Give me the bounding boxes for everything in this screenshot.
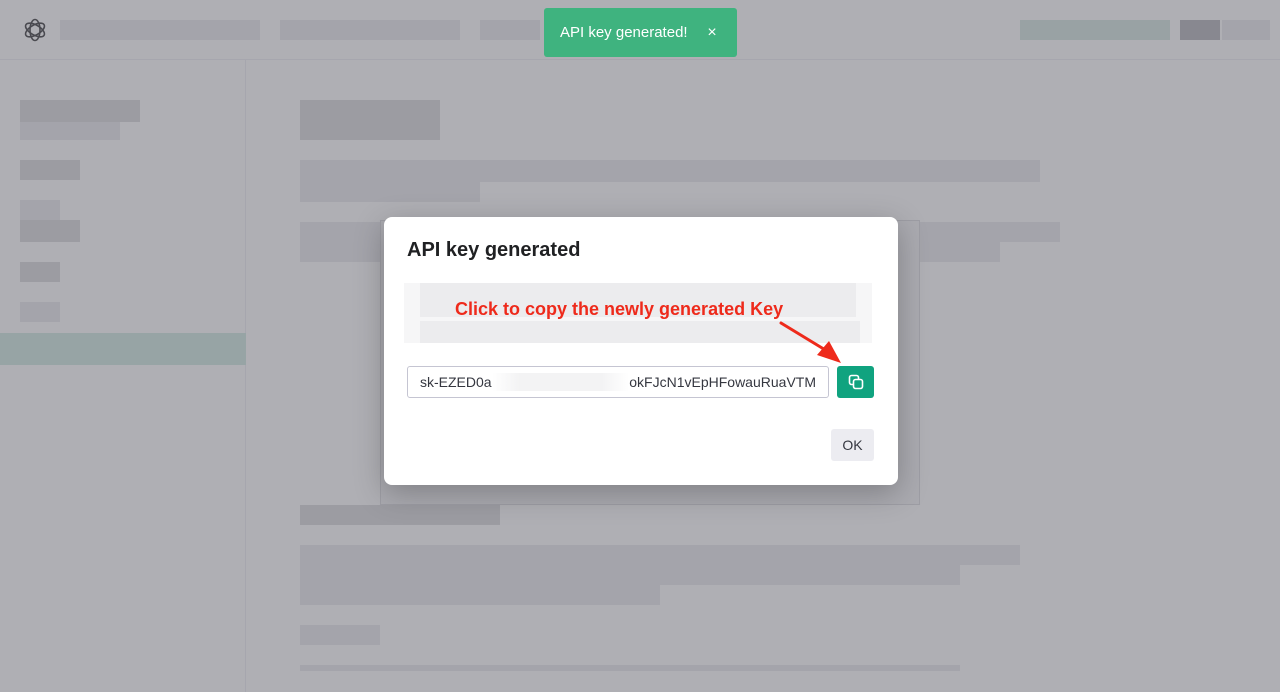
copy-annotation-label: Click to copy the newly generated Key [455,299,784,319]
api-key-generated-dialog: API key generated Click to copy the newl… [384,217,898,485]
api-key-prefix: sk-EZED0a [420,374,492,390]
api-key-field[interactable]: sk-EZED0a okFJcN1vEpHFowauRuaVTM [407,366,829,398]
copy-icon [848,374,863,390]
success-toast: API key generated! × [544,8,737,57]
api-key-suffix: okFJcN1vEpHFowauRuaVTM [629,374,816,390]
dialog-title: API key generated [407,239,581,261]
api-key-redacted [491,373,630,391]
close-icon[interactable]: × [703,24,721,42]
copy-key-button[interactable] [837,366,874,398]
annotation-arrow-icon [779,321,841,363]
toast-message: API key generated! [560,24,688,41]
ok-button[interactable]: OK [831,429,874,461]
